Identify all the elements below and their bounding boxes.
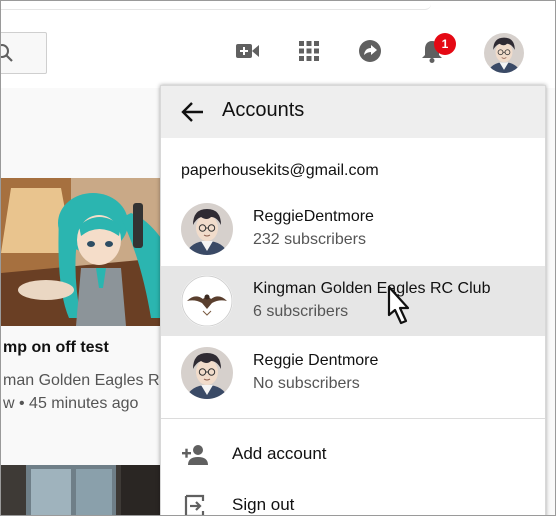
divider [161,418,545,419]
app-frame: 1 mp on off test man Golden Eagles R w •… [0,0,556,516]
share-arrow-icon[interactable] [357,38,383,64]
account-subscribers: 6 subscribers [253,303,349,320]
sign-out-button[interactable]: Sign out [161,482,545,515]
account-subscribers: 232 subscribers [253,231,366,248]
panel-title: Accounts [222,99,305,121]
back-arrow-icon[interactable] [179,99,205,125]
video-title[interactable]: mp on off test [3,339,109,357]
account-item[interactable]: ReggieDentmore 232 subscribers [161,194,545,264]
search-button[interactable] [1,32,47,74]
add-person-icon [182,445,208,465]
accounts-header: Accounts [161,86,545,138]
top-edge [1,1,431,10]
notification-badge: 1 [434,33,456,55]
top-bar: 1 [1,1,555,88]
avatar[interactable] [484,33,524,73]
apps-grid-icon[interactable] [296,38,322,64]
mouse-pointer-icon [387,285,410,325]
account-email: paperhousekits@gmail.com [181,162,379,179]
sign-out-icon [184,494,205,515]
account-name: Kingman Golden Eagles RC Club [253,280,491,297]
account-item[interactable]: Reggie Dentmore No subscribers [161,338,545,408]
account-subscribers: No subscribers [253,375,360,392]
video-camera-icon[interactable] [234,38,260,64]
account-item[interactable]: Kingman Golden Eagles RC Club 6 subscrib… [161,266,545,336]
account-name: ReggieDentmore [253,208,374,225]
account-avatar [181,203,233,255]
video-thumbnail[interactable] [1,465,161,515]
account-avatar [181,347,233,399]
video-meta: w • 45 minutes ago [3,395,139,412]
add-account-label: Add account [232,444,327,463]
add-account-button[interactable]: Add account [161,431,545,479]
video-thumbnail[interactable] [1,178,161,326]
accounts-panel: Accounts paperhousekits@gmail.com Reggie… [160,85,546,515]
account-name: Reggie Dentmore [253,352,379,369]
search-icon [1,44,13,62]
account-logo [181,275,233,327]
sign-out-label: Sign out [232,495,295,514]
video-channel[interactable]: man Golden Eagles R [3,372,160,390]
